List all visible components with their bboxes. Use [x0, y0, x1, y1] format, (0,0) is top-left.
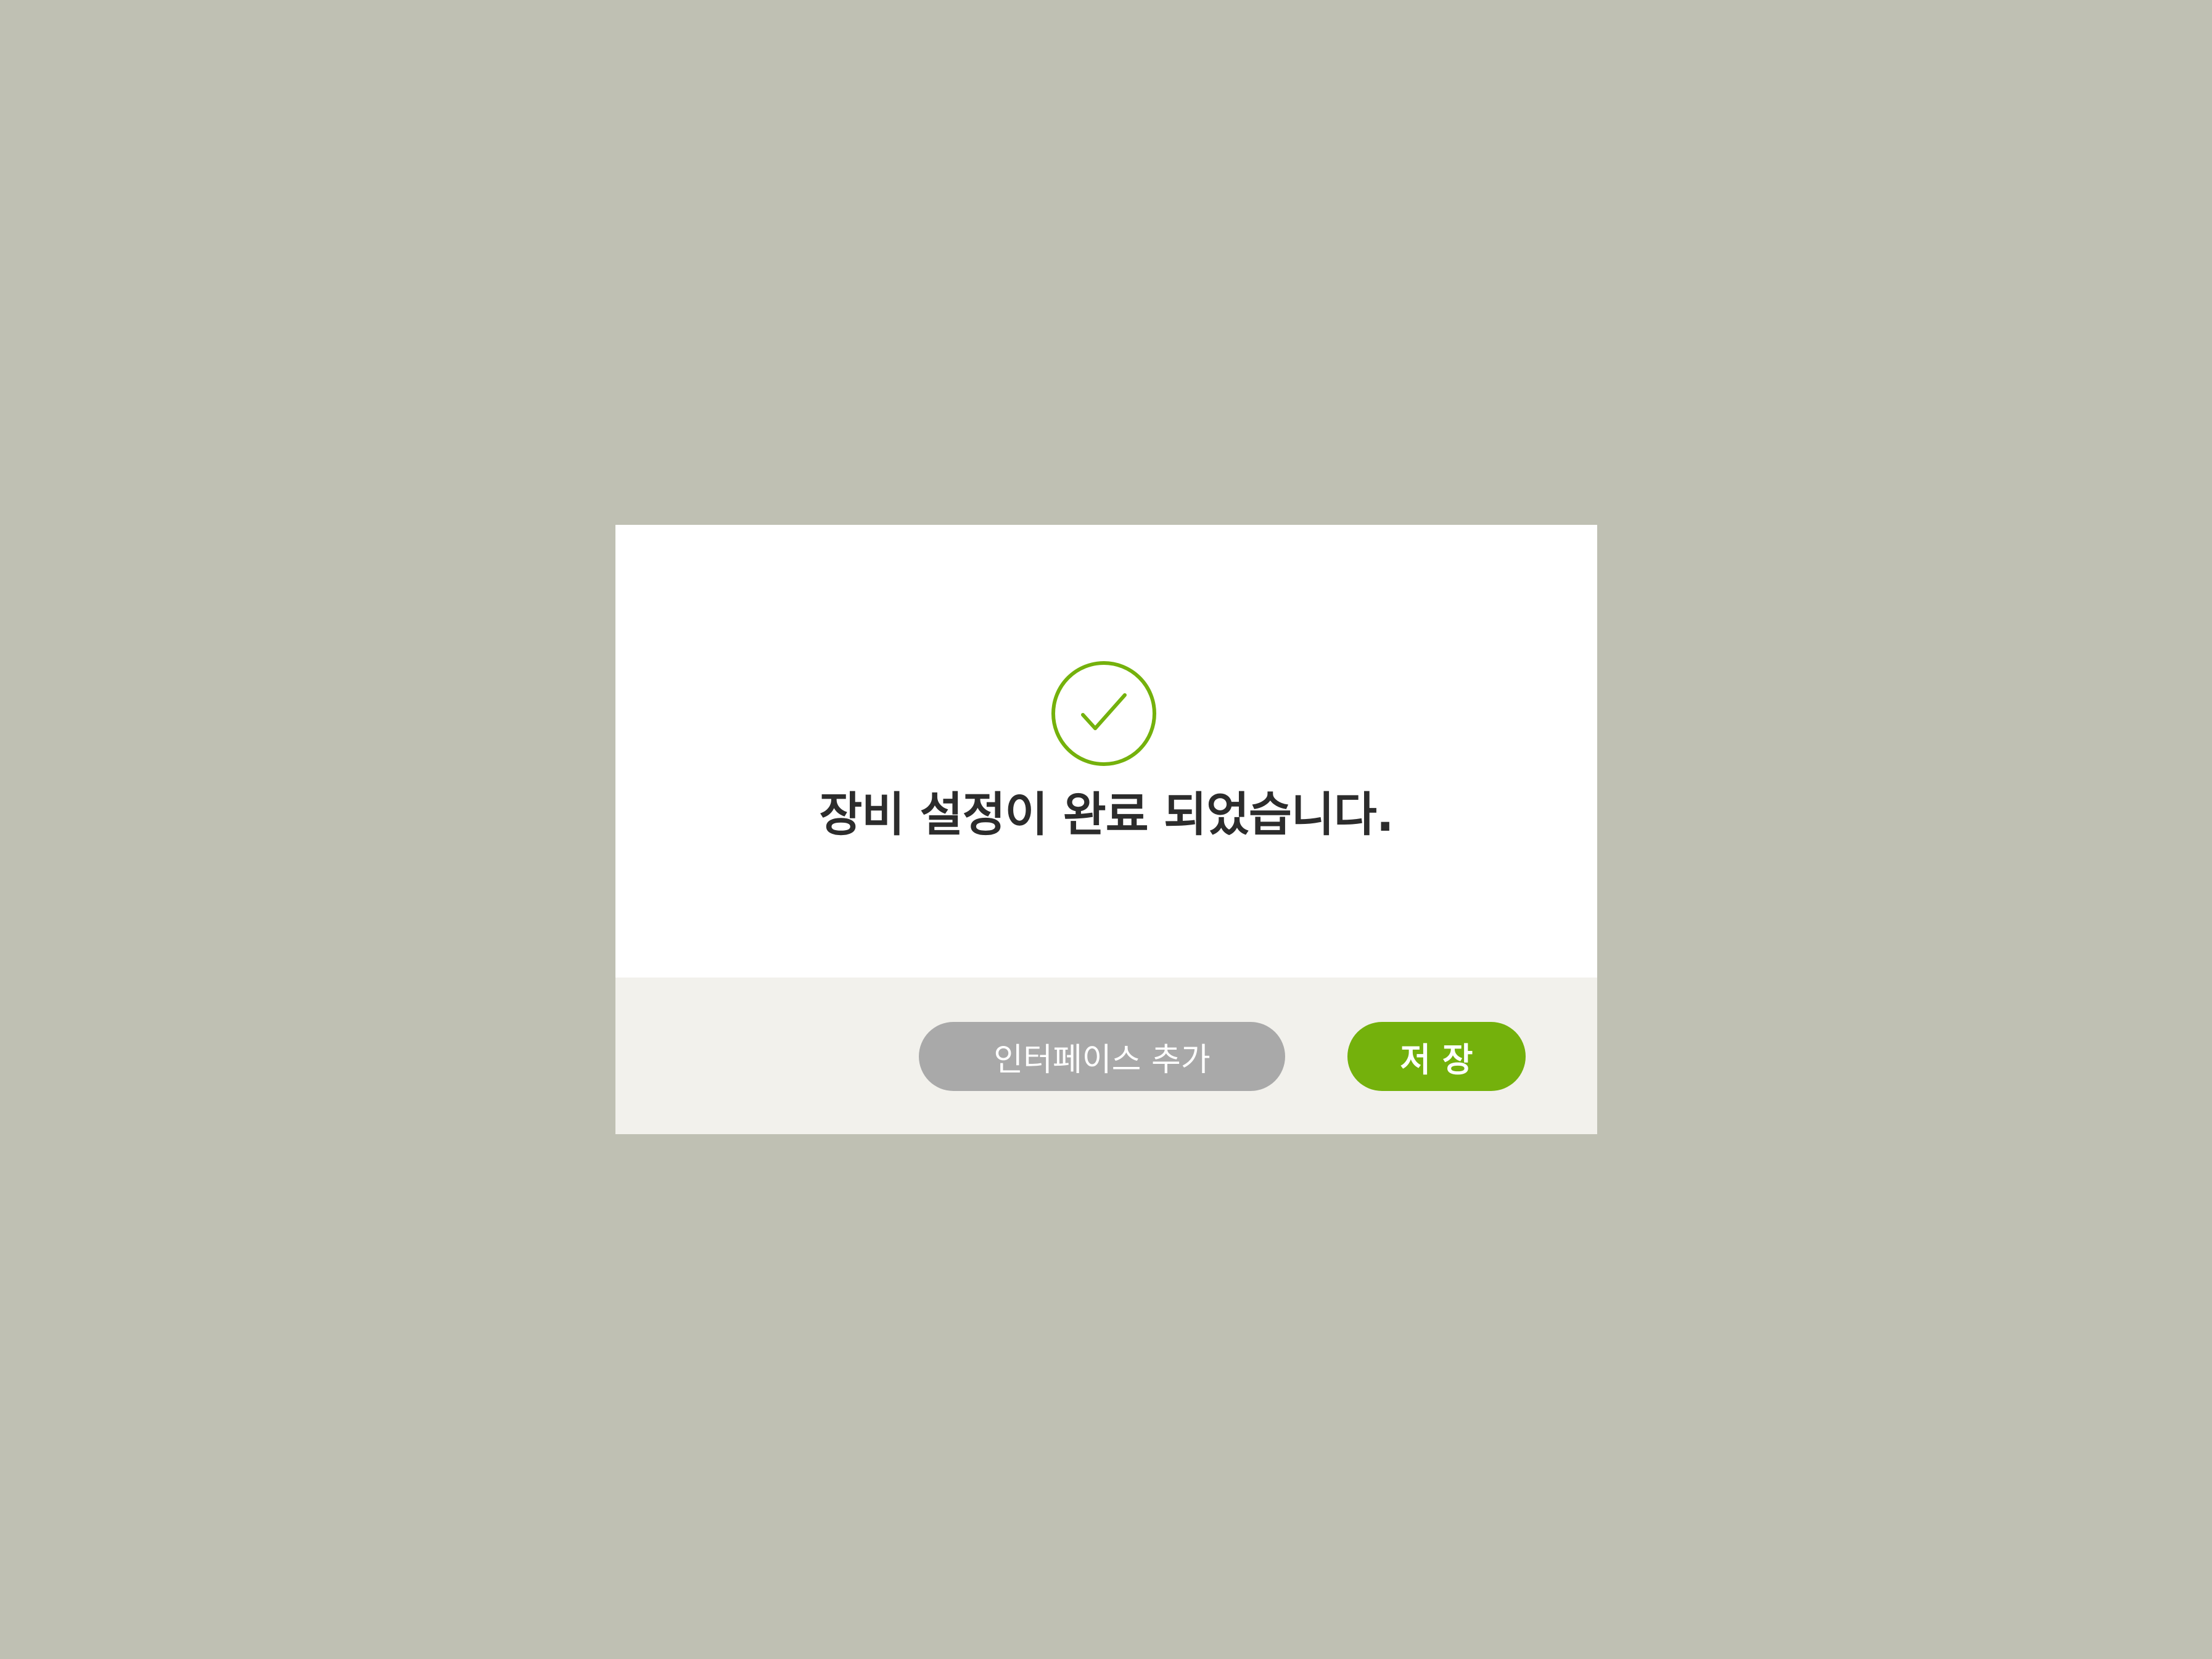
- success-dialog: 장비 설정이 완료 되었습니다. 인터페이스 추가 저 장: [615, 525, 1597, 1134]
- save-button[interactable]: 저 장: [1347, 1022, 1526, 1091]
- dialog-body: 장비 설정이 완료 되었습니다.: [615, 525, 1597, 978]
- check-circle-icon: [1051, 661, 1157, 767]
- add-interface-button[interactable]: 인터페이스 추가: [919, 1022, 1285, 1091]
- success-message: 장비 설정이 완료 되었습니다.: [819, 787, 1394, 842]
- dialog-footer: 인터페이스 추가 저 장: [615, 978, 1597, 1134]
